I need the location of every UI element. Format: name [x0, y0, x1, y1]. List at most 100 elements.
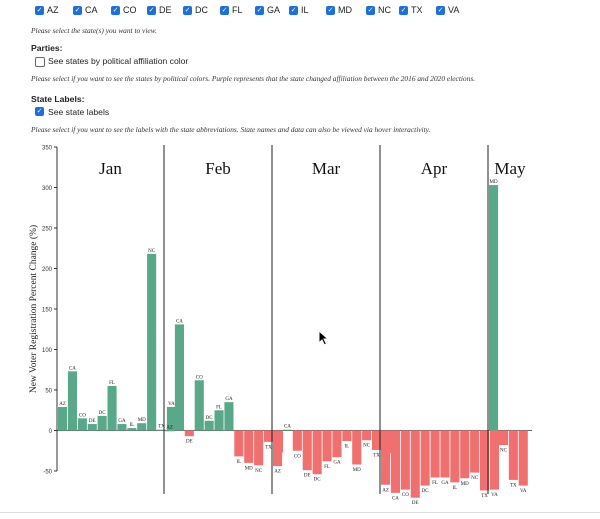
state-checkbox-label-il: IL — [301, 5, 309, 15]
bar-label: CA — [392, 496, 399, 501]
bar-label: FL — [216, 405, 222, 410]
bar-label: FL — [324, 465, 330, 470]
bar-label: DC — [422, 489, 430, 494]
bar-label: NC — [471, 476, 479, 481]
state-checkbox-label-md: MD — [338, 5, 352, 15]
bar-may-tx — [508, 430, 518, 480]
bar-apr-md — [460, 430, 470, 479]
bar-mar-az — [273, 430, 283, 467]
month-label: Feb — [205, 159, 231, 178]
state-checkbox-label-co: CO — [123, 5, 137, 15]
bar-mar-md — [352, 430, 362, 465]
bar-feb-dc — [204, 420, 214, 431]
bar-mar-dc — [312, 430, 322, 475]
state-checkbox-md[interactable]: ✓ — [326, 6, 335, 15]
bar-feb-de — [184, 430, 194, 437]
bar-may-va — [518, 430, 528, 486]
state-checkbox-dc[interactable]: ✓ — [183, 6, 192, 15]
bar-label: DC — [206, 416, 214, 421]
bar-label: AZ — [59, 402, 66, 407]
bar-apr-il — [450, 430, 460, 483]
state-labels-heading: State Labels: — [31, 94, 85, 104]
state-checkbox-label-de: DE — [159, 5, 172, 15]
state-selector-note: Please select the state(s) you want to v… — [31, 26, 157, 35]
bar-apr-co — [400, 430, 410, 490]
state-checkbox-label-va: VA — [448, 5, 460, 15]
mouse-cursor-icon — [318, 330, 330, 346]
month-label: May — [494, 159, 526, 178]
state-checkbox-label-fl: FL — [232, 5, 243, 15]
y-tick-label: -50 — [43, 470, 52, 476]
bar-jan-dc — [97, 415, 107, 431]
bar-label: NC — [363, 444, 371, 449]
bar-apr-fl — [430, 430, 440, 478]
state-checkbox-ga[interactable]: ✓ — [255, 6, 264, 15]
bar-apr-dc — [420, 430, 430, 486]
state-labels-checkbox[interactable]: ✓ — [35, 107, 44, 116]
bar-jan-nc — [147, 253, 157, 431]
y-tick-label: 250 — [42, 227, 53, 233]
state-checkbox-de[interactable]: ✓ — [147, 6, 156, 15]
bar-label: IL — [344, 445, 349, 450]
bar-feb-md — [244, 430, 254, 463]
bar-label: TX — [510, 483, 517, 488]
state-checkbox-co[interactable]: ✓ — [111, 6, 120, 15]
bar-feb-az — [165, 430, 175, 432]
bar-label: VA — [168, 402, 175, 407]
bar-label: NC — [148, 249, 156, 254]
bar-jan-fl — [107, 385, 117, 431]
bar-may-md — [489, 185, 499, 431]
bar-jan-il — [127, 428, 137, 431]
bar-label: DE — [304, 474, 311, 479]
bar-label: MD — [490, 180, 498, 185]
parties-option-label: See states by political affiliation colo… — [48, 56, 189, 66]
bar-label: DE — [412, 501, 419, 506]
state-checkbox-il[interactable]: ✓ — [289, 6, 298, 15]
bar-mar-ca — [282, 429, 292, 431]
state-checkbox-fl[interactable]: ✓ — [220, 6, 229, 15]
state-checkbox-label-nc: NC — [378, 5, 391, 15]
bar-jan-ca — [67, 371, 77, 431]
bar-label: CA — [69, 366, 76, 371]
bar-label: TX — [373, 453, 380, 458]
bar-label: AZ — [166, 426, 173, 431]
bar-label: IL — [129, 423, 134, 428]
bar-jan-de — [87, 424, 97, 431]
bar-label: CO — [402, 493, 409, 498]
bar-label: CO — [79, 413, 86, 418]
bar-label: NC — [255, 469, 263, 474]
bar-label: AZ — [274, 470, 281, 475]
y-axis-label: New Voter Registration Percent Change (%… — [28, 225, 39, 393]
bar-label: CO — [196, 375, 203, 380]
bar-label: TX — [481, 494, 488, 499]
state-checkbox-tx[interactable]: ✓ — [399, 6, 408, 15]
bar-label: DE — [89, 419, 96, 424]
bar-apr-az — [381, 430, 391, 485]
bar-label: IL — [452, 486, 457, 491]
state-checkbox-label-ga: GA — [267, 5, 281, 15]
state-checkbox-nc[interactable]: ✓ — [366, 6, 375, 15]
bar-mar-de — [302, 430, 312, 471]
bar-label: MD — [353, 468, 361, 473]
state-checkbox-label-tx: TX — [411, 5, 423, 15]
bar-label: DC — [99, 411, 107, 416]
bar-label: NC — [500, 449, 508, 454]
y-tick-label: 350 — [42, 146, 53, 152]
parties-checkbox[interactable] — [35, 57, 45, 67]
bar-label: FL — [109, 381, 115, 386]
bar-label: GA — [225, 397, 233, 402]
bar-label: VA — [491, 493, 498, 498]
state-checkbox-az[interactable]: ✓ — [35, 6, 44, 15]
bar-apr-va — [489, 430, 499, 490]
y-tick-label: 300 — [42, 186, 53, 192]
state-checkbox-label-ca: CA — [85, 5, 98, 15]
state-checkbox-label-az: AZ — [47, 5, 59, 15]
y-tick-label: 0 — [49, 429, 53, 435]
bar-apr-nc — [470, 430, 480, 473]
parties-heading: Parties: — [31, 43, 63, 53]
state-checkbox-va[interactable]: ✓ — [436, 6, 445, 15]
state-checkbox-ca[interactable]: ✓ — [73, 6, 82, 15]
bar-label: GA — [118, 419, 126, 424]
bar-label: MD — [245, 466, 253, 471]
bar-feb-nc — [254, 430, 264, 466]
